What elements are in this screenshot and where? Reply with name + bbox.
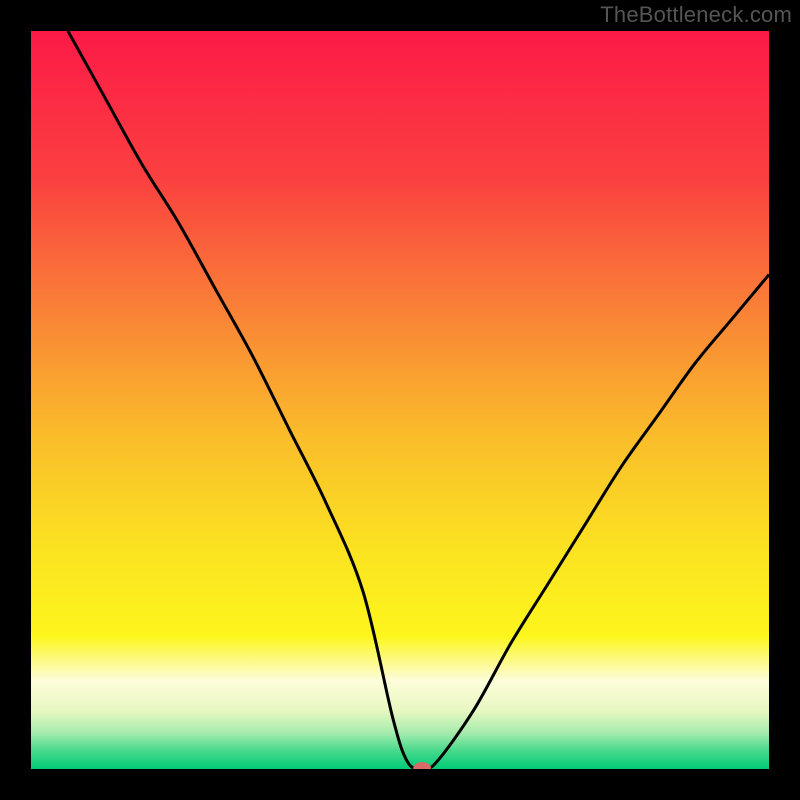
chart-canvas [0, 0, 800, 800]
gradient-background [31, 31, 769, 769]
watermark-text: TheBottleneck.com [600, 2, 792, 28]
bottleneck-chart: TheBottleneck.com [0, 0, 800, 800]
